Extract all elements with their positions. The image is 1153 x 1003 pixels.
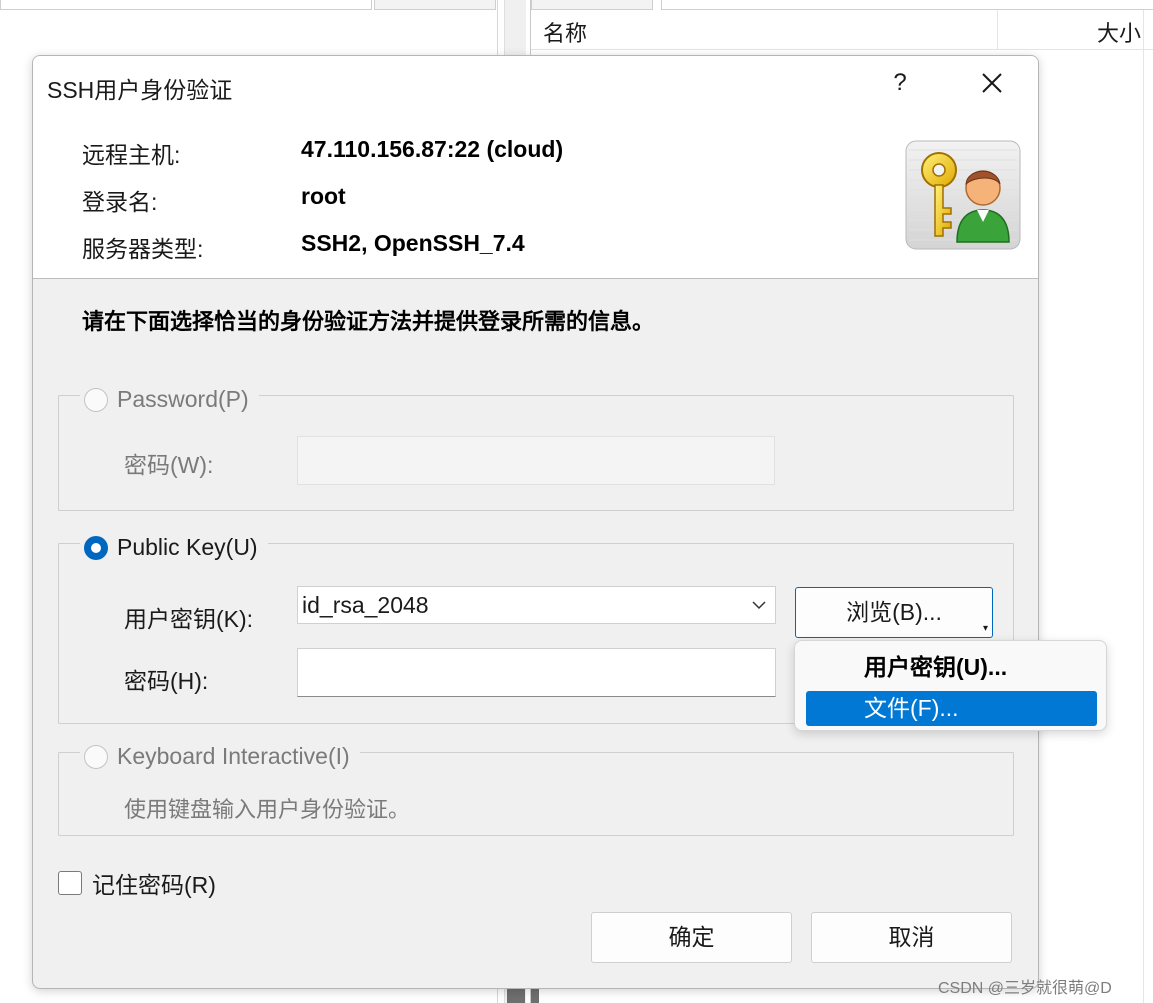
- user-key-label: 用户密钥(K):: [124, 606, 254, 632]
- password-field-label: 密码(W):: [124, 452, 214, 478]
- browse-button[interactable]: 浏览(B)... ▾: [795, 587, 993, 638]
- remember-password-label: 记住密码(R): [92, 872, 216, 898]
- dialog-title: SSH用户身份验证: [47, 77, 233, 103]
- key-user-icon: [905, 140, 1021, 250]
- close-button[interactable]: [973, 64, 1011, 102]
- publickey-radio-option[interactable]: Public Key(U): [80, 534, 268, 561]
- file-list-header: [531, 10, 1153, 50]
- password-radio[interactable]: [84, 387, 108, 412]
- keyboard-interactive-description: 使用键盘输入用户身份验证。: [124, 797, 411, 822]
- browse-dropdown-menu: 用户密钥(U)... 文件(F)...: [794, 640, 1107, 731]
- help-button[interactable]: ?: [885, 64, 915, 102]
- user-key-value: id_rsa_2048: [302, 592, 429, 618]
- login-name-value: root: [301, 183, 346, 209]
- password-radio-label: Password(P): [117, 386, 249, 412]
- ssh-auth-dialog: SSH用户身份验证 ? 远程主机: 47.110.156.87:22 (clou…: [32, 55, 1039, 989]
- instruction-text: 请在下面选择恰当的身份验证方法并提供登录所需的信息。: [82, 309, 655, 334]
- keyboard-interactive-label: Keyboard Interactive(I): [117, 743, 350, 769]
- watermark-text: CSDN @三岁就很萌@D: [938, 980, 1112, 997]
- server-type-label: 服务器类型:: [82, 236, 204, 262]
- login-name-label: 登录名:: [82, 189, 158, 215]
- user-key-combobox[interactable]: id_rsa_2048: [297, 586, 776, 624]
- ok-button[interactable]: 确定: [591, 912, 792, 963]
- column-separator: [1143, 10, 1144, 1003]
- column-header-name[interactable]: 名称: [543, 16, 587, 48]
- background-strip: [374, 0, 496, 10]
- server-type-value: SSH2, OpenSSH_7.4: [301, 230, 525, 256]
- remote-host-label: 远程主机:: [82, 142, 181, 168]
- background-strip: [0, 0, 372, 10]
- background-strip: [531, 0, 653, 10]
- dropdown-indicator-icon: ▾: [982, 623, 988, 634]
- close-x-icon: [982, 73, 1002, 93]
- password-input[interactable]: [297, 436, 775, 485]
- remember-password-checkbox[interactable]: [58, 871, 82, 895]
- keyboard-interactive-radio-option[interactable]: Keyboard Interactive(I): [80, 743, 360, 770]
- chevron-down-icon: [752, 601, 766, 610]
- column-header-size[interactable]: 大小: [1097, 16, 1141, 48]
- column-separator: [997, 10, 998, 50]
- keyboard-interactive-radio[interactable]: [84, 744, 108, 769]
- remote-host-value: 47.110.156.87:22 (cloud): [301, 136, 564, 162]
- browse-button-label: 浏览(B)...: [846, 599, 942, 625]
- remember-password-option[interactable]: 记住密码(R): [58, 866, 216, 900]
- menu-item-file[interactable]: 文件(F)...: [806, 691, 1097, 726]
- passphrase-label: 密码(H):: [124, 668, 209, 694]
- background-strip: [661, 0, 1153, 10]
- cancel-button[interactable]: 取消: [811, 912, 1012, 963]
- publickey-radio[interactable]: [84, 535, 108, 560]
- menu-item-user-key[interactable]: 用户密钥(U)...: [806, 650, 1097, 685]
- publickey-radio-label: Public Key(U): [117, 534, 258, 560]
- passphrase-input[interactable]: [297, 648, 776, 697]
- password-radio-option[interactable]: Password(P): [80, 386, 259, 413]
